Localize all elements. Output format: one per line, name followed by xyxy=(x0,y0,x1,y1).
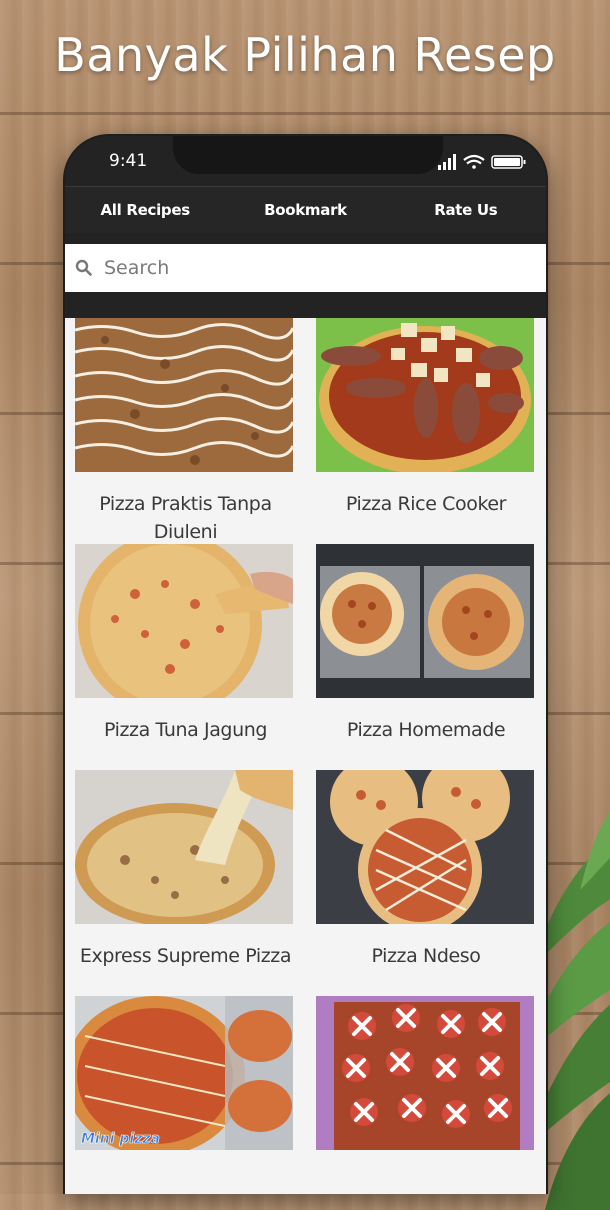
search-bar xyxy=(65,244,546,292)
tab-bookmark[interactable]: Bookmark xyxy=(225,187,385,233)
recipe-image xyxy=(316,318,534,472)
recipe-image xyxy=(75,318,293,472)
recipe-title: Pizza Praktis Tanpa Diuleni xyxy=(99,493,272,543)
search-icon xyxy=(75,259,92,276)
battery-icon xyxy=(491,155,526,169)
recipe-card[interactable]: Pizza Ndeso xyxy=(306,770,546,996)
recipe-title: Pizza Tuna Jagung xyxy=(103,719,268,741)
recipe-card[interactable] xyxy=(306,996,546,1194)
status-time: 9:41 xyxy=(109,151,148,171)
tab-all-recipes[interactable]: All Recipes xyxy=(65,187,225,233)
recipe-card[interactable]: Pizza Homemade xyxy=(306,544,546,770)
phone-notch xyxy=(173,136,443,174)
recipe-card[interactable]: Mini pizza xyxy=(65,996,306,1194)
tab-rate-us[interactable]: Rate Us xyxy=(386,187,546,233)
recipe-image: Mini pizza xyxy=(75,996,293,1150)
tab-label: All Recipes xyxy=(100,201,190,219)
recipe-image xyxy=(316,996,534,1150)
recipe-card[interactable]: Express Supreme Pizza xyxy=(65,770,306,996)
status-icons xyxy=(438,154,526,170)
recipe-image xyxy=(75,544,293,698)
recipe-grid-container[interactable]: Pizza Praktis Tanpa Diuleni Pizza Rice C… xyxy=(65,318,546,1194)
recipe-title: Express Supreme Pizza xyxy=(79,945,292,967)
wifi-icon xyxy=(463,154,485,169)
recipe-title: Pizza Ndeso xyxy=(371,945,481,967)
recipe-title: Pizza Homemade xyxy=(346,719,506,741)
search-input[interactable] xyxy=(102,256,506,280)
signal-icon xyxy=(438,154,456,170)
phone-frame: 9:41 All Recipes Bookmark Rate Us Search… xyxy=(63,134,548,1194)
recipe-image xyxy=(316,544,534,698)
tab-label: Rate Us xyxy=(434,201,498,219)
recipe-image xyxy=(316,770,534,924)
recipe-image xyxy=(75,770,293,924)
tab-bar: All Recipes Bookmark Rate Us xyxy=(65,186,546,233)
recipe-card[interactable]: Pizza Tuna Jagung xyxy=(65,544,306,770)
recipe-card[interactable]: Pizza Rice Cooker xyxy=(306,318,546,544)
recipe-grid: Pizza Praktis Tanpa Diuleni Pizza Rice C… xyxy=(65,318,546,1194)
recipe-card[interactable]: Pizza Praktis Tanpa Diuleni xyxy=(65,318,306,544)
headline: Banyak Pilihan Resep xyxy=(54,28,556,82)
tab-label: Bookmark xyxy=(264,201,347,219)
recipe-title: Pizza Rice Cooker xyxy=(345,493,507,515)
mini-pizza-label: Mini pizza xyxy=(81,1131,160,1147)
app-screen: 9:41 All Recipes Bookmark Rate Us Search… xyxy=(65,136,546,1194)
